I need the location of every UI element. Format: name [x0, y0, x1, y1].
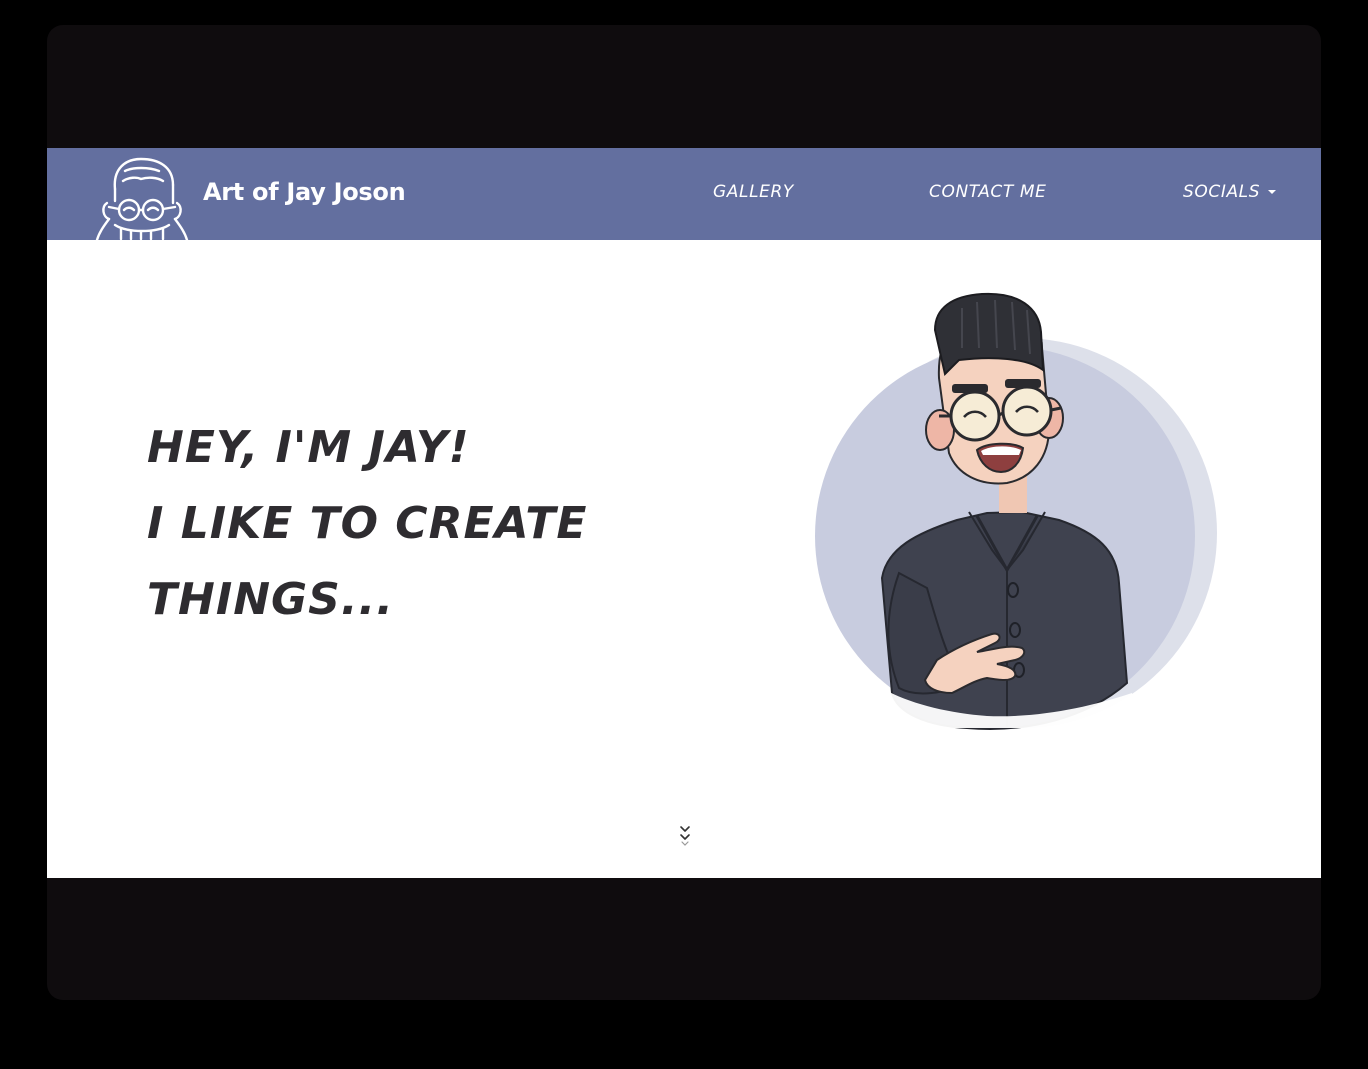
hero-line-2: I LIKE TO CREATE — [147, 498, 588, 549]
caret-down-icon — [1268, 190, 1277, 194]
brand-title[interactable]: Art of Jay Joson — [203, 178, 406, 206]
hero-heading: HEY, I'M JAY! I LIKE TO CREATE THINGS... — [147, 410, 587, 638]
browser-viewport: Art of Jay Joson GALLERY CONTACT ME SOCI… — [47, 148, 1321, 878]
nav-dropdown-socials[interactable]: SOCIALS — [1183, 182, 1277, 202]
hero-line-1: HEY, I'M JAY! — [147, 422, 470, 473]
device-frame: Art of Jay Joson GALLERY CONTACT ME SOCI… — [47, 25, 1321, 1000]
nav-dropdown-socials-label: SOCIALS — [1183, 182, 1261, 202]
double-chevron-down-icon[interactable] — [677, 824, 693, 848]
jay-portrait-illustration — [815, 292, 1217, 730]
jay-avatar-logo-icon[interactable] — [93, 155, 191, 240]
nav-link-contact-me[interactable]: CONTACT ME — [929, 182, 1047, 202]
nav-link-gallery[interactable]: GALLERY — [713, 182, 794, 202]
hero-line-3: THINGS... — [147, 574, 394, 625]
top-navbar: Art of Jay Joson GALLERY CONTACT ME SOCI… — [47, 148, 1321, 240]
